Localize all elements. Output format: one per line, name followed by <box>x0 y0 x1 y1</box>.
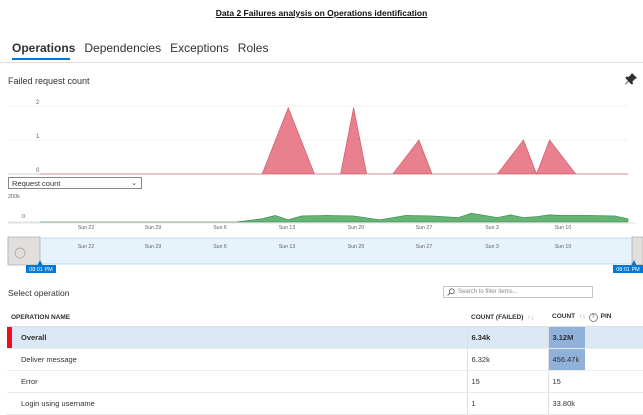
help-icon[interactable]: ? <box>588 312 598 322</box>
failed-series-area <box>40 106 628 175</box>
y-tick-label: 1 <box>36 134 40 140</box>
table-row[interactable]: Error 15 15 <box>7 370 643 393</box>
failed-chart-title: Failed request count <box>8 76 90 86</box>
x-tick-label: Sun 22 <box>78 225 95 231</box>
table-row[interactable]: Login using username 1 33.80k <box>7 392 643 415</box>
tab-roles[interactable]: Roles <box>238 41 269 61</box>
col-count-failed-label: COUNT (FAILED) <box>471 313 524 321</box>
active-tab-indicator <box>12 58 70 60</box>
operation-name: Error <box>7 370 467 393</box>
x-tick-label: Sun 29 <box>145 244 162 250</box>
select-operation-title: Select operation <box>8 288 70 298</box>
time-label-right: 08:01 PM <box>616 267 640 273</box>
operation-name: Deliver message <box>7 348 467 371</box>
tab-divider <box>0 62 643 63</box>
count-value: 15 <box>552 377 561 386</box>
failed-count: 15 <box>466 370 548 393</box>
filter-placeholder: Search to filter items... <box>458 289 518 295</box>
time-label-left: 08:01 PM <box>29 267 53 273</box>
operations-table: OPERATION NAME COUNT (FAILED) ↑↓ COUNT ↑↓?… <box>7 308 643 415</box>
table-header: OPERATION NAME COUNT (FAILED) ↑↓ COUNT ↑↓?… <box>7 308 643 327</box>
x-tick-label: Sun 3 <box>485 225 499 231</box>
col-count-failed[interactable]: COUNT (FAILED) ↑↓ <box>467 308 548 327</box>
filter-input[interactable]: Search to filter items... <box>443 286 593 298</box>
brush-left-handle <box>7 236 41 266</box>
tab-exceptions[interactable]: Exceptions <box>170 41 229 61</box>
x-tick-label: Sun 20 <box>348 225 365 231</box>
x-tick-label: Sun 3 <box>485 244 499 250</box>
count-value: 33.80k <box>552 399 576 408</box>
x-tick-label: Sun 29 <box>145 225 162 231</box>
x-tick-label: Sun 6 <box>213 225 227 231</box>
tab-dependencies[interactable]: Dependencies <box>84 41 161 61</box>
request-count-chart: 200k 0 Sun 22 Sun 22 Sun 29 Sun 29 Sun 6 Sun 6 S… <box>7 194 643 273</box>
col-operation-name[interactable]: OPERATION NAME <box>7 308 467 327</box>
count-value: 3.12M <box>552 333 574 342</box>
operation-name: Login using username <box>7 392 467 415</box>
x-tick-label: Sun 27 <box>416 244 433 250</box>
count-value: 456.47k <box>552 355 580 364</box>
col-count-label: COUNT <box>552 312 576 320</box>
operation-name: Overall <box>7 326 467 349</box>
x-tick-label: Sun 13 <box>279 225 296 231</box>
col-pin-label: PIN <box>600 312 612 320</box>
x-tick-label: Sun 6 <box>213 244 227 250</box>
total-count: 15 <box>547 370 643 393</box>
pin-icon[interactable] <box>624 72 638 86</box>
x-tick-label: Sun 20 <box>348 244 365 250</box>
x-tick-label: Sun 13 <box>279 244 296 250</box>
request-series-area <box>40 212 629 223</box>
time-brush-range <box>7 237 637 265</box>
col-count[interactable]: COUNT ↑↓? PIN <box>548 308 643 327</box>
failed-count: 1 <box>466 392 548 415</box>
total-count: 3.12M <box>547 326 643 349</box>
failed-count: 6.34k <box>466 326 548 349</box>
search-icon <box>447 288 455 296</box>
failed-count: 6.32k <box>466 348 548 371</box>
table-row[interactable]: Overall 6.34k 3.12M <box>7 326 643 349</box>
failed-request-chart: 2 1 0 <box>8 100 628 175</box>
total-count: 33.80k <box>547 392 643 415</box>
sort-icon: ↑↓ <box>527 313 534 321</box>
x-tick-label: Sun 10 <box>555 244 572 250</box>
x-tick-label: Sun 22 <box>78 244 95 250</box>
total-count: 456.47k <box>547 348 643 371</box>
y-tick-label: 200k <box>8 194 20 200</box>
metric-dropdown-value: Request count <box>12 179 61 188</box>
sort-icon: ↑↓ <box>579 312 586 320</box>
x-tick-label: Sun 27 <box>416 225 433 231</box>
document-title: Data 2 Failures analysis on Operations i… <box>215 8 428 18</box>
metric-dropdown[interactable]: Request count ⌄ <box>8 177 142 189</box>
x-tick-label: Sun 10 <box>555 225 572 231</box>
y-tick-label: 0 <box>36 168 40 174</box>
y-tick-label: 0 <box>22 214 25 220</box>
y-tick-label: 2 <box>36 100 40 106</box>
chevron-down-icon: ⌄ <box>131 180 137 187</box>
table-row[interactable]: Deliver message 6.32k 456.47k <box>7 348 643 371</box>
